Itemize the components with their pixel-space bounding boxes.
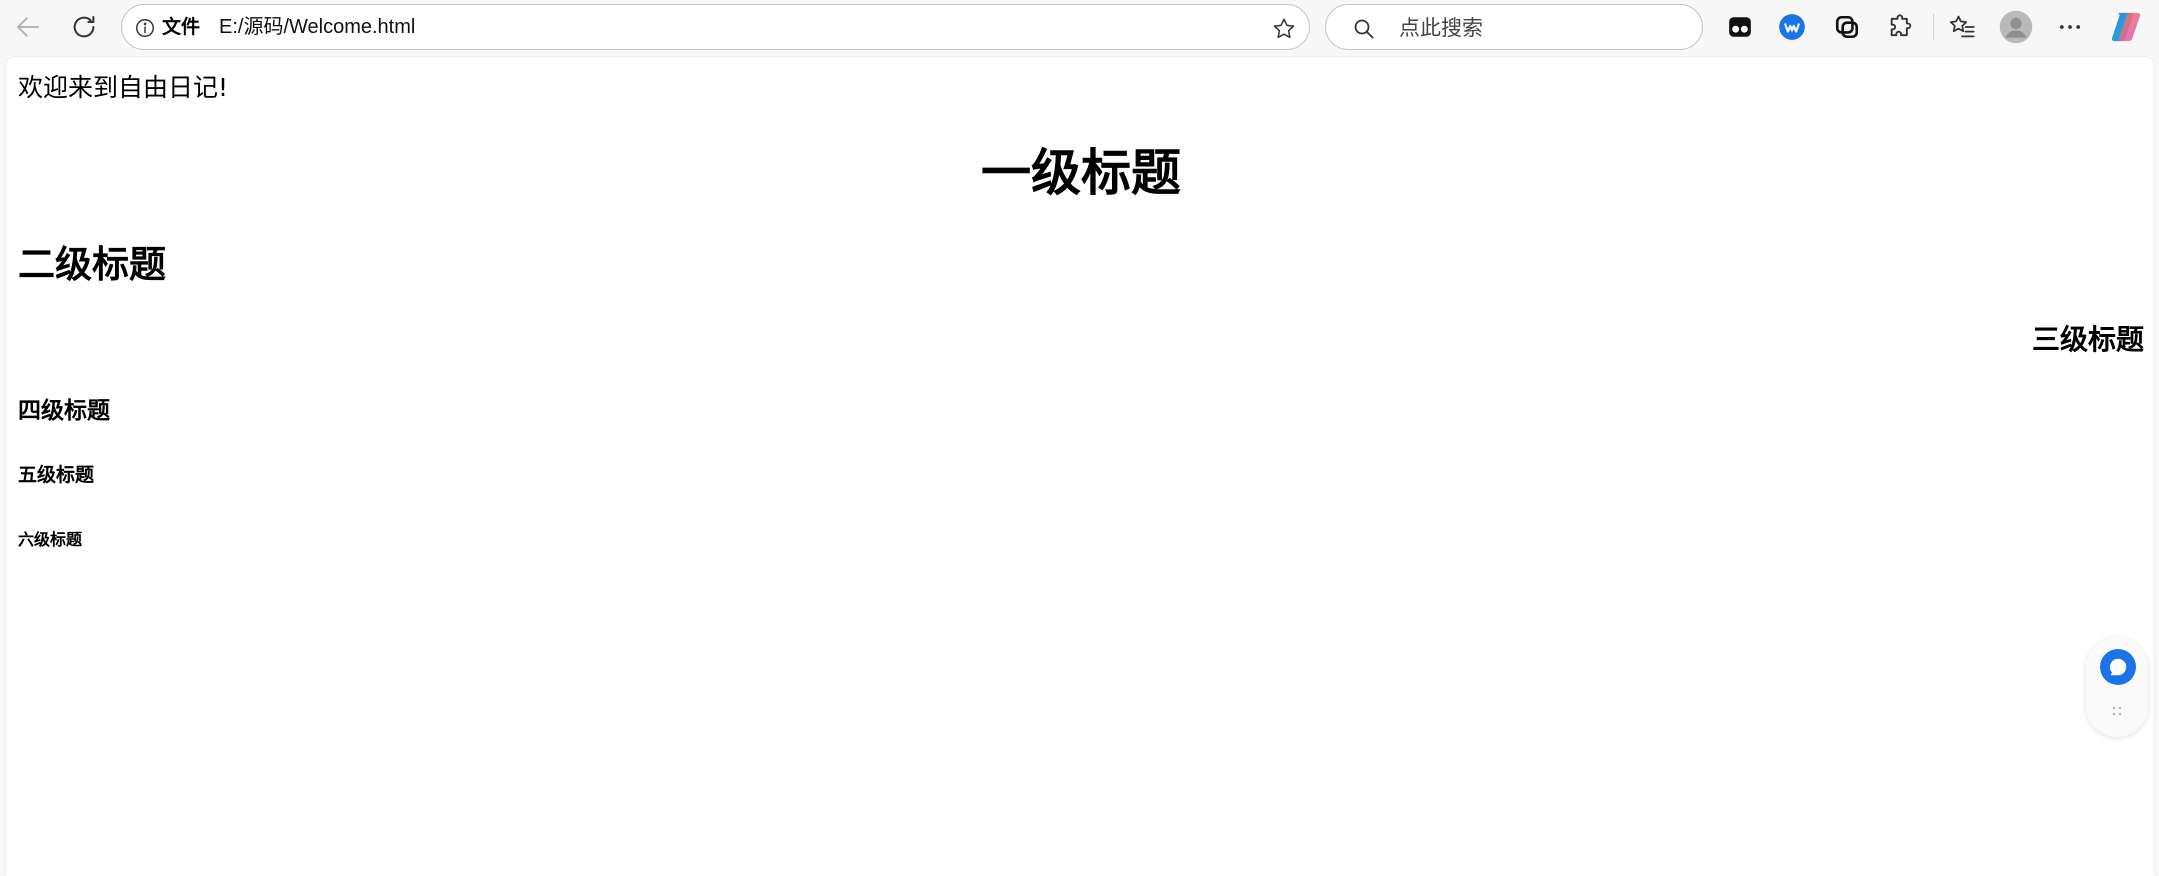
copilot-button[interactable] <box>2106 7 2146 47</box>
search-icon <box>1354 19 1374 39</box>
refresh-button[interactable] <box>64 7 104 47</box>
profile-button[interactable] <box>1996 7 2036 47</box>
favorites-button[interactable] <box>1942 7 1982 47</box>
toolbar-divider <box>1933 14 1934 40</box>
info-icon[interactable] <box>134 17 156 39</box>
heading-level-5: 五级标题 <box>18 464 95 486</box>
refresh-icon <box>73 16 95 38</box>
favorite-star-icon[interactable] <box>1271 16 1297 42</box>
heading-level-4: 四级标题 <box>18 398 110 424</box>
more-menu-icon <box>2059 25 2081 29</box>
favorites-icon <box>1949 15 1975 38</box>
chat-bubble-icon[interactable] <box>2100 649 2136 685</box>
browser-toolbar: 文件 E:/源码/Welcome.html <box>0 0 2159 55</box>
collections-icon <box>1835 15 1859 39</box>
heading-level-2: 二级标题 <box>18 243 166 286</box>
collections-button[interactable] <box>1827 7 1867 47</box>
page-viewport: 欢迎来到自由日记! 一级标题 二级标题 三级标题 四级标题 五级标题 六级标题 <box>6 57 2154 876</box>
search-input[interactable] <box>1397 13 1681 43</box>
search-box[interactable] <box>1325 4 1703 50</box>
address-url[interactable]: E:/源码/Welcome.html <box>219 16 415 38</box>
extensions-icon <box>1890 14 1912 37</box>
tab-actions-icon <box>1729 17 1751 37</box>
heading-level-3: 三级标题 <box>2031 323 2144 356</box>
browser-essentials-icon <box>1779 14 1805 40</box>
browser-essentials-button[interactable] <box>1772 7 1812 47</box>
extensions-button[interactable] <box>1881 7 1921 47</box>
profile-avatar-icon <box>1999 10 2033 44</box>
back-button[interactable] <box>8 7 48 47</box>
copilot-icon <box>2111 12 2141 42</box>
back-icon <box>17 17 39 37</box>
drag-handle-icon[interactable] <box>2111 705 2123 719</box>
address-bar[interactable]: 文件 E:/源码/Welcome.html <box>121 4 1310 50</box>
tab-actions-button[interactable] <box>1720 7 1760 47</box>
welcome-text: 欢迎来到自由日记! <box>18 73 229 102</box>
file-scheme-label: 文件 <box>162 16 201 38</box>
heading-level-1: 一级标题 <box>981 144 1181 202</box>
heading-level-6: 六级标题 <box>18 530 83 549</box>
floating-assistant-widget[interactable] <box>2086 637 2148 737</box>
more-menu-button[interactable] <box>2050 7 2090 47</box>
